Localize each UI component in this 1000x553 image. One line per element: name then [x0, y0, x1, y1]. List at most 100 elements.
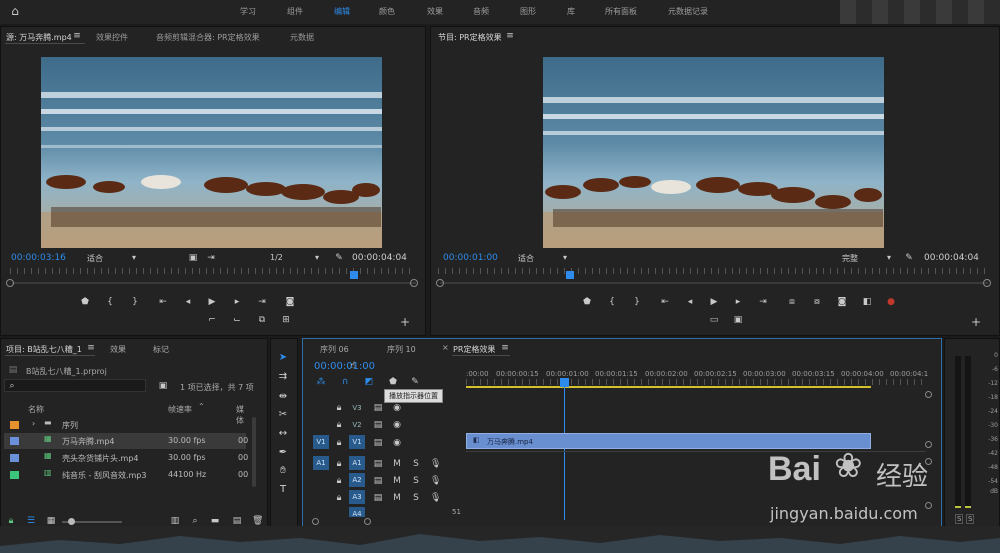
- razor-tool-icon[interactable]: ✂: [276, 408, 290, 422]
- search-box[interactable]: ⌕: [4, 379, 146, 392]
- track-label-a2[interactable]: A2: [349, 473, 365, 487]
- button-editor-icon[interactable]: ⧉: [255, 314, 269, 326]
- hand-tool-icon[interactable]: ✋︎: [276, 464, 290, 478]
- tab-program[interactable]: 节目: PR定格效果: [438, 32, 502, 43]
- mute-icon[interactable]: M: [392, 458, 402, 470]
- sync-lock-icon[interactable]: ▤: [373, 475, 383, 487]
- timeline-playhead-head[interactable]: [560, 378, 569, 387]
- program-playhead[interactable]: [566, 271, 574, 279]
- menu-icon[interactable]: ≡: [86, 342, 96, 354]
- ws-tab-graphics[interactable]: 图形: [520, 6, 536, 17]
- tab-project[interactable]: 项目: B站乱七八糟_1: [6, 344, 82, 355]
- scroll-handle-right[interactable]: [410, 279, 418, 287]
- sync-lock-icon[interactable]: ▤: [373, 437, 383, 449]
- overwrite-icon[interactable]: ⌙: [230, 314, 244, 326]
- column-name[interactable]: 名称: [28, 404, 44, 415]
- list-item[interactable]: ▦ 壳头杂货铺片头.mp4 30.00 fps 00: [4, 450, 248, 466]
- lock-icon[interactable]: 🔒︎: [334, 492, 344, 504]
- program-timecode[interactable]: 00:00:01:00: [443, 253, 498, 263]
- record-icon[interactable]: ●: [884, 296, 898, 308]
- go-to-out-icon[interactable]: ⇥: [255, 296, 269, 308]
- export-frame-icon[interactable]: ◙: [835, 296, 849, 308]
- eye-icon[interactable]: ◉: [392, 437, 402, 449]
- tab-pr-freeze[interactable]: PR定格效果: [453, 344, 495, 355]
- tab-sequence-06[interactable]: 序列 06: [320, 344, 349, 355]
- ws-tab-audio[interactable]: 音频: [473, 6, 489, 17]
- new-bin-from-search-icon[interactable]: ▣: [158, 380, 168, 392]
- solo-icon[interactable]: S: [411, 458, 421, 470]
- menu-icon[interactable]: ≡: [505, 30, 515, 42]
- tab-effect-controls[interactable]: 效果控件: [96, 32, 128, 43]
- track-label-v3[interactable]: V3: [349, 401, 365, 415]
- timeline-h-scroll-handle[interactable]: [312, 518, 319, 525]
- tab-sequence-10[interactable]: 序列 10: [387, 344, 416, 355]
- pen-tool-icon[interactable]: ✒: [276, 446, 290, 460]
- ws-tab-libraries[interactable]: 库: [567, 6, 575, 17]
- home-icon[interactable]: ⌂: [8, 5, 22, 19]
- add-button-icon[interactable]: +: [969, 316, 983, 328]
- extract-icon[interactable]: ⧇: [810, 296, 824, 308]
- add-marker-icon[interactable]: ⬟: [580, 296, 594, 308]
- mute-icon[interactable]: M: [392, 492, 402, 504]
- track-select-tool-icon[interactable]: ⇉: [276, 370, 290, 384]
- column-frame-rate[interactable]: 帧速率: [168, 404, 192, 415]
- ws-tab-metadata[interactable]: 元数据记录: [668, 6, 708, 17]
- insert-icon[interactable]: ⌐: [205, 314, 219, 326]
- snap-icon[interactable]: ∩: [340, 376, 350, 388]
- add-marker-icon[interactable]: ⬟: [78, 296, 92, 308]
- source-patch-v1[interactable]: V1: [313, 435, 329, 449]
- add-marker-icon[interactable]: ⬟: [388, 376, 398, 388]
- lock-icon[interactable]: 🔒︎: [334, 458, 344, 470]
- go-to-in-icon[interactable]: ⇤: [658, 296, 672, 308]
- track-label-a4[interactable]: A4: [349, 507, 365, 518]
- eye-icon[interactable]: ◉: [392, 402, 402, 414]
- source-patch-a1[interactable]: A1: [313, 456, 329, 470]
- scroll-handle-right[interactable]: [983, 279, 991, 287]
- eye-icon[interactable]: ◉: [392, 419, 402, 431]
- source-timecode[interactable]: 00:00:03:16: [11, 253, 66, 263]
- vertical-scrollbar[interactable]: [252, 417, 256, 487]
- solo-icon[interactable]: S: [411, 475, 421, 487]
- program-fit-dropdown[interactable]: 适合 ▾: [518, 253, 567, 264]
- program-scrubber-bar[interactable]: [440, 282, 988, 284]
- program-resolution-dropdown[interactable]: 完整 ▾: [842, 253, 891, 264]
- lock-icon[interactable]: 🔒︎: [334, 475, 344, 487]
- mic-icon[interactable]: 🎙︎: [430, 492, 441, 504]
- source-playhead[interactable]: [350, 271, 358, 279]
- multi-icon[interactable]: ⊞: [279, 314, 293, 326]
- tab-metadata[interactable]: 元数据: [290, 32, 314, 43]
- menu-icon[interactable]: ≡: [72, 30, 82, 42]
- step-forward-icon[interactable]: ▸: [230, 296, 244, 308]
- lock-icon[interactable]: 🔒︎: [334, 437, 344, 449]
- work-area-bar[interactable]: [466, 386, 871, 388]
- add-button-icon[interactable]: +: [398, 316, 412, 328]
- scroll-handle-left[interactable]: [6, 279, 14, 287]
- nest-icon[interactable]: ⁂: [316, 376, 326, 388]
- list-item[interactable]: › ▬ 序列: [4, 417, 246, 433]
- mute-icon[interactable]: M: [392, 475, 402, 487]
- mark-in-icon[interactable]: {: [605, 296, 619, 308]
- ws-tab-color[interactable]: 颜色: [379, 6, 395, 17]
- sync-lock-icon[interactable]: ▤: [373, 419, 383, 431]
- sync-lock-icon[interactable]: ▤: [373, 458, 383, 470]
- slip-tool-icon[interactable]: ↔: [276, 427, 290, 441]
- source-resolution-dropdown[interactable]: 1/2 ▾: [270, 253, 319, 262]
- track-label-a3[interactable]: A3: [349, 490, 365, 504]
- go-to-in-icon[interactable]: ⇤: [156, 296, 170, 308]
- ws-tab-learn[interactable]: 学习: [240, 6, 256, 17]
- step-back-icon[interactable]: ◂: [683, 296, 697, 308]
- timeline-h-scroll-handle[interactable]: [364, 518, 371, 525]
- export-frame-icon[interactable]: ◙: [283, 296, 297, 308]
- list-item-selected[interactable]: ▦ 万马奔腾.mp4 30.00 fps 00: [4, 433, 248, 449]
- ws-tab-editing[interactable]: 编辑: [334, 6, 350, 17]
- comparison-view-icon[interactable]: ◧: [860, 296, 874, 308]
- track-label-v1[interactable]: V1: [349, 435, 365, 449]
- linked-selection-icon[interactable]: ◩: [364, 376, 374, 388]
- zoom-slider-handle[interactable]: [68, 518, 75, 525]
- timeline-v-scroll-handle[interactable]: [925, 391, 932, 398]
- type-tool-icon[interactable]: T: [276, 483, 290, 497]
- timeline-timecode[interactable]: 00:00:01:00: [314, 361, 375, 372]
- search-input[interactable]: [19, 380, 143, 391]
- mic-icon[interactable]: 🎙︎: [430, 475, 441, 487]
- close-tab-icon[interactable]: ×: [442, 343, 449, 352]
